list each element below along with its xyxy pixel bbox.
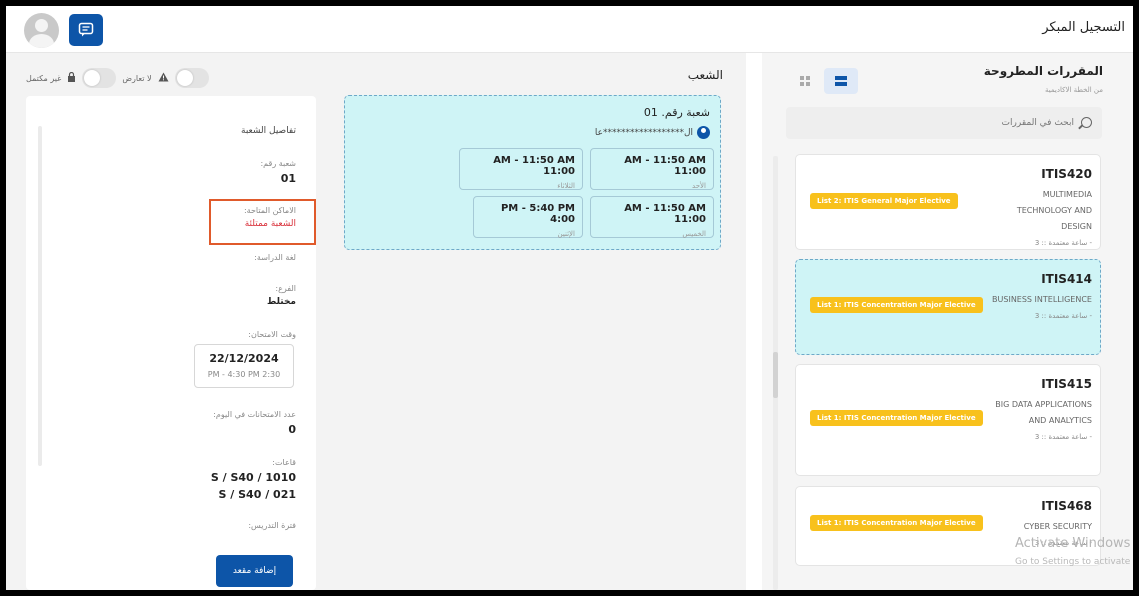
course-name: BUSINESS INTELLIGENCE xyxy=(992,295,1092,304)
details-scrollbar[interactable] xyxy=(38,126,42,466)
instructor-icon xyxy=(697,126,710,139)
user-avatar[interactable] xyxy=(24,13,59,48)
course-category-badge: List 1: ITIS Concentration Major Electiv… xyxy=(810,297,983,313)
activation-watermark-sub: Go to Settings to activate Windows. xyxy=(1015,557,1133,567)
filter-toggles: غير مكتمل لا تعارض xyxy=(26,67,209,89)
gender-value: مختلط xyxy=(266,297,296,307)
activation-watermark: Activate Windows xyxy=(1015,536,1131,551)
exam-time-label: وقت الامتحان: xyxy=(248,330,296,339)
lock-icon xyxy=(67,71,76,85)
course-category-badge: List 1: ITIS Concentration Major Electiv… xyxy=(810,410,983,426)
app-frame: التسجيل المبكر غير مكتمل لا تعارض الشعب … xyxy=(6,6,1133,590)
courses-title: المقررات المطروحة xyxy=(983,64,1103,78)
study-language-label: لغة الدراسة: xyxy=(254,253,296,262)
sections-title: الشعب xyxy=(687,68,723,82)
exam-time-box: 22/12/2024 PM - 4:30 PM 2:30 xyxy=(194,344,294,388)
courses-subtitle: من الخطة الاكاديمية xyxy=(1045,86,1103,94)
search-input[interactable] xyxy=(824,113,1074,133)
instructor-name: ال******************عا xyxy=(594,127,693,138)
course-name: MULTIMEDIA TECHNOLOGY AND DESIGN xyxy=(1016,190,1092,231)
warning-icon xyxy=(158,72,169,85)
course-card[interactable]: ITIS420 MULTIMEDIA TECHNOLOGY AND DESIGN… xyxy=(795,154,1101,250)
not-full-toggle[interactable] xyxy=(82,68,117,88)
room-1: S / S40 / 1010 xyxy=(210,471,296,484)
course-credits: - ساعة معتمدة :: 3 xyxy=(1034,239,1092,247)
chat-icon[interactable] xyxy=(69,14,103,46)
gender-label: الفرع: xyxy=(275,284,296,293)
not-full-label: غير مكتمل xyxy=(26,73,62,83)
exams-per-day-value: 0 xyxy=(288,423,296,436)
search-icon xyxy=(1081,117,1092,128)
room-2: S / S40 / 021 xyxy=(218,488,296,501)
course-name: BIG DATA APPLICATIONS AND ANALYTICS xyxy=(995,400,1092,425)
no-conflict-toggle[interactable] xyxy=(174,68,209,88)
exam-time: PM - 4:30 PM 2:30 xyxy=(207,370,281,379)
course-credits: - ساعة معتمدة :: 3 xyxy=(1034,433,1092,441)
no-conflict-label: لا تعارض xyxy=(122,73,152,83)
details-heading: تفاصيل الشعبة xyxy=(241,126,296,136)
course-name: CYBER SECURITY xyxy=(1023,522,1092,531)
course-credits: - ساعة معتمدة :: 3 xyxy=(1034,312,1092,320)
list-view-icon[interactable] xyxy=(824,68,858,94)
course-code: ITIS468 xyxy=(1041,499,1092,513)
course-code: ITIS414 xyxy=(1041,272,1092,286)
add-seat-button[interactable]: إضافة مقعد xyxy=(216,555,293,587)
courses-scrollbar[interactable] xyxy=(773,156,778,590)
time-slot: AM - 11:50 AM 11:00 الأحد xyxy=(590,148,714,190)
top-bar: التسجيل المبكر xyxy=(6,6,1133,53)
course-card[interactable]: ITIS415 BIG DATA APPLICATIONS AND ANALYT… xyxy=(795,364,1101,476)
section-number-value: 01 xyxy=(280,172,296,185)
course-category-badge: List 1: ITIS Concentration Major Electiv… xyxy=(810,515,983,531)
course-code: ITIS415 xyxy=(1041,377,1092,391)
exam-date: 22/12/2024 xyxy=(209,352,279,365)
section-instructor: ال******************عا xyxy=(595,126,710,139)
teaching-period-label: فترة التدريس: xyxy=(248,521,296,530)
rooms-label: قاعات: xyxy=(272,458,296,467)
course-search xyxy=(786,107,1102,139)
section-card[interactable]: شعبة رقم. 01 ال******************عا AM -… xyxy=(344,95,721,250)
section-number-label: شعبة رقم: xyxy=(260,159,296,168)
available-seats-label: الاماكن المتاحة: xyxy=(243,206,296,215)
grid-view-icon[interactable] xyxy=(796,72,814,90)
available-seats-value: الشعبة ممتلئة xyxy=(244,219,296,229)
course-code: ITIS420 xyxy=(1041,167,1092,181)
course-category-badge: List 2: ITIS General Major Elective xyxy=(810,193,958,209)
exams-per-day-label: عدد الامتحانات في اليوم: xyxy=(213,410,296,419)
time-slot: AM - 11:50 AM 11:00 الثلاثاء xyxy=(459,148,583,190)
page-title: التسجيل المبكر xyxy=(1042,20,1125,35)
course-card-selected[interactable]: ITIS414 BUSINESS INTELLIGENCE - ساعة معت… xyxy=(795,259,1101,355)
time-slot: AM - 11:50 AM 11:00 الخميس xyxy=(590,196,714,238)
section-details-panel: تفاصيل الشعبة شعبة رقم: 01 الاماكن المتا… xyxy=(26,96,316,590)
course-card[interactable]: ITIS468 CYBER SECURITY - ساعة معتمدة :: … xyxy=(795,486,1101,566)
time-slot: PM - 5:40 PM 4:00 الإثنين xyxy=(473,196,583,238)
section-card-title: شعبة رقم. 01 xyxy=(643,106,710,119)
